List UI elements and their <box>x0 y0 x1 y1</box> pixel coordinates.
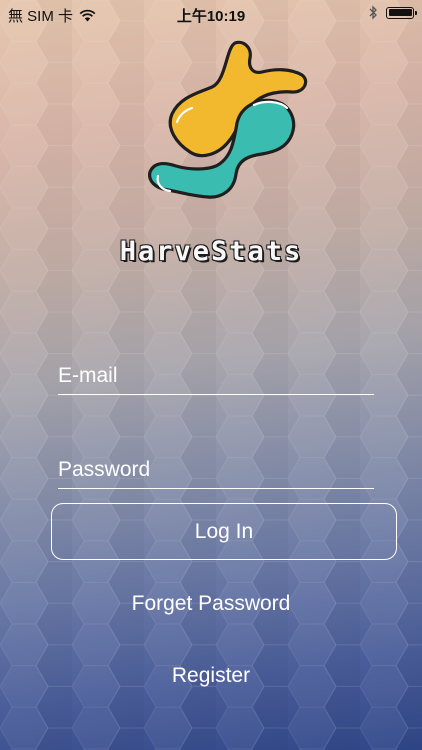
register-link[interactable]: Register <box>0 664 422 688</box>
login-button[interactable]: Log In <box>51 503 397 560</box>
app-logo <box>148 40 308 199</box>
bluetooth-icon <box>369 5 377 20</box>
status-time: 上午10:19 <box>176 8 246 25</box>
status-bar: 無 SIM 卡 上午10:19 <box>0 0 422 28</box>
email-field[interactable] <box>58 352 374 395</box>
brand-name: HarveStats <box>119 236 303 267</box>
password-field[interactable] <box>58 446 374 489</box>
battery-icon <box>386 6 417 19</box>
status-right <box>369 5 417 20</box>
forget-password-link[interactable]: Forget Password <box>0 592 422 616</box>
email-input[interactable] <box>58 364 374 388</box>
password-input[interactable] <box>58 458 374 482</box>
